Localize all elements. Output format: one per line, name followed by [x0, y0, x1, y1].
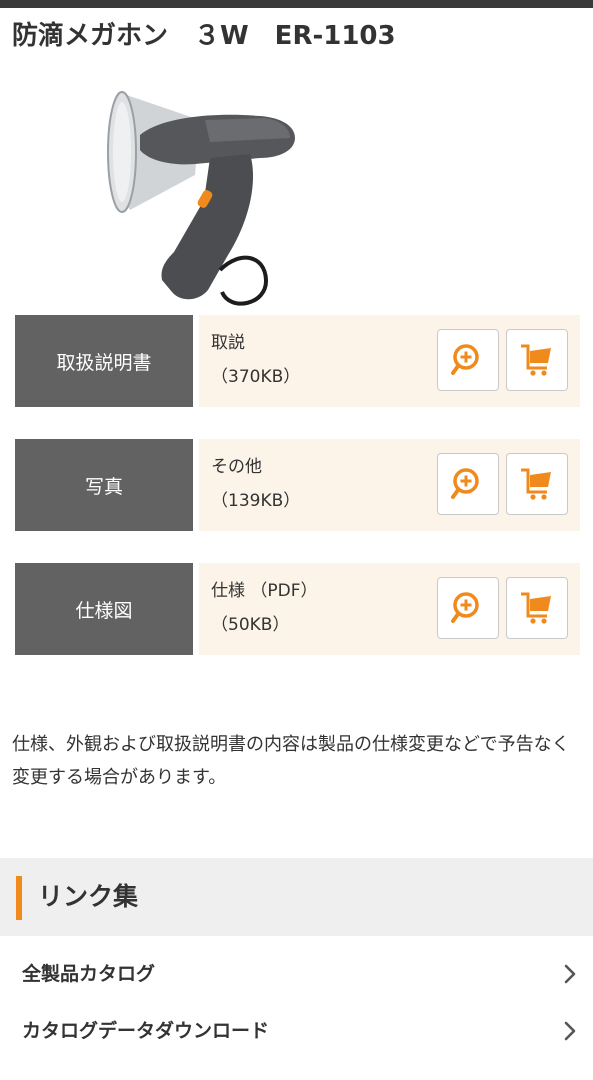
add-to-cart-button[interactable] — [506, 453, 568, 515]
page-title: 防滴メガホン ３W ER-1103 — [12, 21, 396, 51]
link-catalog-data-download[interactable]: カタログデータダウンロード — [0, 1003, 593, 1059]
links-section-header: リンク集 — [0, 858, 593, 936]
cart-icon — [521, 344, 551, 376]
preview-button[interactable] — [437, 329, 499, 391]
link-label: カタログデータダウンロード — [22, 1020, 270, 1042]
document-name: 仕様 （PDF） — [211, 581, 318, 601]
preview-button[interactable] — [437, 453, 499, 515]
document-category-label: 仕様図 — [15, 563, 193, 655]
document-info: その他 （139KB） — [199, 439, 580, 531]
links-section-title: リンク集 — [38, 882, 139, 911]
document-row-manual: 取扱説明書 取説 （370KB） — [15, 315, 580, 407]
disclaimer-text: 仕様、外観および取扱説明書の内容は製品の仕様変更などで予告なく変更する場合があり… — [12, 734, 570, 788]
document-info: 仕様 （PDF） （50KB） — [199, 563, 580, 655]
zoom-in-icon — [451, 592, 479, 623]
document-info: 取説 （370KB） — [199, 315, 580, 407]
top-bar — [0, 0, 593, 8]
document-size: （50KB） — [211, 615, 290, 635]
zoom-in-icon — [451, 468, 479, 499]
chevron-right-icon — [564, 964, 576, 984]
document-size: （370KB） — [211, 367, 301, 387]
link-label: 全製品カタログ — [22, 963, 156, 985]
section-accent-bar — [16, 876, 22, 920]
add-to-cart-button[interactable] — [506, 329, 568, 391]
zoom-in-icon — [451, 344, 479, 375]
chevron-right-icon — [564, 1021, 576, 1041]
document-name: その他 — [211, 457, 262, 477]
cart-icon — [521, 592, 551, 624]
product-image — [107, 91, 295, 306]
link-all-products-catalog[interactable]: 全製品カタログ — [0, 946, 593, 1002]
document-name: 取説 — [211, 333, 245, 353]
document-row-spec: 仕様図 仕様 （PDF） （50KB） — [15, 563, 580, 655]
add-to-cart-button[interactable] — [506, 577, 568, 639]
preview-button[interactable] — [437, 577, 499, 639]
document-category-label: 取扱説明書 — [15, 315, 193, 407]
document-category-label: 写真 — [15, 439, 193, 531]
cart-icon — [521, 468, 551, 500]
document-row-photo: 写真 その他 （139KB） — [15, 439, 580, 531]
document-size: （139KB） — [211, 491, 301, 511]
